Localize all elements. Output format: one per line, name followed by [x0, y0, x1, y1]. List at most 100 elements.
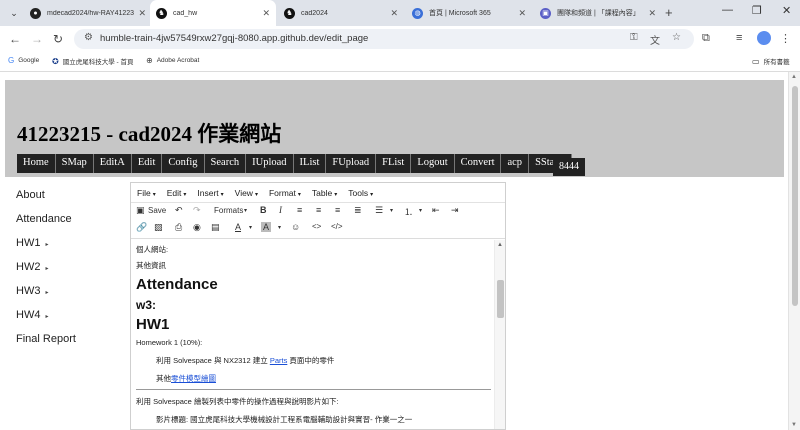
- justify-icon[interactable]: ≣: [354, 205, 362, 216]
- align-right-icon[interactable]: ≡: [335, 205, 340, 215]
- bullet-list-icon[interactable]: ☰: [375, 205, 383, 216]
- parts-link[interactable]: Parts: [270, 356, 288, 365]
- print-icon[interactable]: ⎙: [175, 222, 182, 233]
- page-scroll-thumb[interactable]: [792, 86, 798, 306]
- browser-tab[interactable]: ◍ 首頁 | Microsoft 365 ✕: [406, 0, 532, 26]
- preview-icon[interactable]: ◉: [193, 222, 201, 233]
- page-scrollbar[interactable]: ▲ ▼: [788, 72, 800, 430]
- reading-list-icon[interactable]: ≡: [736, 32, 742, 44]
- sidebar-item-hw2[interactable]: HW2 ▸: [16, 258, 76, 282]
- editor-menu-view[interactable]: View ▾: [235, 188, 258, 198]
- undo-icon[interactable]: ↶: [175, 205, 183, 216]
- extensions-icon[interactable]: ⧉: [702, 32, 710, 45]
- menu-item-home[interactable]: Home: [17, 154, 56, 173]
- emoticons-icon[interactable]: ☺: [291, 222, 300, 232]
- menu-item-fupload[interactable]: FUpload: [326, 154, 377, 173]
- all-bookmarks[interactable]: ▭ 所有書籤: [752, 56, 790, 67]
- new-tab-plus-icon[interactable]: +: [665, 5, 673, 20]
- menu-item-logout[interactable]: Logout: [411, 154, 455, 173]
- dropdown-chevron-icon: ▾: [370, 191, 374, 198]
- part-drawing-link[interactable]: 零件模型繪圖: [171, 374, 216, 383]
- profile-avatar[interactable]: [757, 31, 771, 45]
- sidebar-item-hw4[interactable]: HW4 ▸: [16, 306, 76, 330]
- forward-arrow-icon[interactable]: →: [31, 32, 43, 46]
- align-left-icon[interactable]: ≡: [297, 205, 302, 215]
- save-icon[interactable]: ▣: [136, 205, 145, 216]
- sidebar-item-hw1[interactable]: HW1 ▸: [16, 234, 76, 258]
- bold-icon[interactable]: B: [260, 205, 267, 215]
- sidebar-item-about[interactable]: About: [16, 186, 76, 210]
- menu-item-iupload[interactable]: IUpload: [246, 154, 294, 173]
- background-color-chevron-icon[interactable]: ▾: [278, 224, 281, 231]
- italic-icon[interactable]: I: [279, 205, 282, 215]
- back-arrow-icon[interactable]: ←: [9, 32, 21, 46]
- indent-icon[interactable]: ⇥: [451, 205, 459, 216]
- tab-close-icon[interactable]: ✕: [262, 8, 270, 19]
- editor-scroll-thumb[interactable]: [497, 280, 504, 318]
- sidebar-item-attendance[interactable]: Attendance: [16, 210, 76, 234]
- numbered-list-chevron-icon[interactable]: ▾: [419, 207, 422, 214]
- key-icon[interactable]: ⚿: [630, 32, 638, 43]
- editor-menu-insert[interactable]: Insert ▾: [197, 188, 223, 198]
- text-color-chevron-icon[interactable]: ▾: [249, 224, 252, 231]
- menu-item-config[interactable]: Config: [162, 154, 205, 173]
- menu-item-edit[interactable]: Edit: [131, 154, 163, 173]
- bookmark-acrobat[interactable]: ⊕ Adobe Acrobat: [146, 56, 199, 65]
- media-icon[interactable]: ▤: [211, 222, 220, 233]
- browser-tab[interactable]: ▣ 團隊和頻道 | 「課程內容」 ✕: [534, 0, 662, 26]
- editor-content[interactable]: 個人網站: 其他資訊 Attendance w3: HW1 Homework 1…: [131, 240, 494, 429]
- tab-close-icon[interactable]: ✕: [390, 8, 398, 19]
- menu-item-ilist[interactable]: IList: [293, 154, 327, 173]
- code-sample-icon[interactable]: <>: [312, 222, 321, 231]
- background-color-icon[interactable]: A: [261, 222, 272, 232]
- redo-icon[interactable]: ↷: [193, 205, 201, 216]
- editor-scrollbar[interactable]: ▲: [494, 240, 505, 429]
- sidebar-item-hw3[interactable]: HW3 ▸: [16, 282, 76, 306]
- menu-item-convert[interactable]: Convert: [454, 154, 502, 173]
- browser-tab[interactable]: ● mdecad2024/hw-RAY41223 ✕: [24, 0, 152, 26]
- url-text[interactable]: humble-train-4jw57549rxw27gqj-8080.app.g…: [100, 33, 368, 44]
- source-code-icon[interactable]: </>: [331, 222, 343, 231]
- formats-chevron-icon[interactable]: ▾: [244, 207, 247, 214]
- text-color-icon[interactable]: A: [235, 222, 241, 232]
- numbered-list-icon[interactable]: ⒈: [404, 205, 413, 218]
- scroll-up-icon[interactable]: ▲: [791, 74, 797, 80]
- editor-menu-table[interactable]: Table ▾: [312, 188, 337, 198]
- image-icon[interactable]: ▨: [154, 222, 163, 233]
- more-menu-icon[interactable]: ⋮: [780, 32, 791, 45]
- tab-close-icon[interactable]: ✕: [138, 8, 146, 19]
- browser-tab[interactable]: ♞ cad2024 ✕: [278, 0, 404, 26]
- menu-item-smap[interactable]: SMap: [55, 154, 94, 173]
- outdent-icon[interactable]: ⇤: [432, 205, 440, 216]
- menu-item-flist[interactable]: FList: [376, 154, 412, 173]
- restore-window-icon[interactable]: ❐: [752, 4, 762, 17]
- editor-menu-format[interactable]: Format ▾: [269, 188, 301, 198]
- sidebar-item-final-report[interactable]: Final Report: [16, 330, 76, 354]
- bullet-list-chevron-icon[interactable]: ▾: [390, 207, 393, 214]
- formats-dropdown[interactable]: Formats: [214, 206, 243, 215]
- tab-close-icon[interactable]: ✕: [648, 8, 656, 19]
- bookmark-star-icon[interactable]: ☆: [672, 32, 681, 43]
- save-button[interactable]: Save: [148, 206, 166, 215]
- tab-close-icon[interactable]: ✕: [518, 8, 526, 19]
- menu-item-edita[interactable]: EditA: [93, 154, 132, 173]
- editor-menu-tools[interactable]: Tools ▾: [348, 188, 373, 198]
- site-info-icon[interactable]: ⚙: [84, 32, 93, 43]
- minimize-icon[interactable]: —: [722, 4, 733, 16]
- editor-menu-file[interactable]: File ▾: [137, 188, 156, 198]
- reload-icon[interactable]: ↻: [53, 32, 63, 46]
- address-bar[interactable]: ⚙ humble-train-4jw57549rxw27gqj-8080.app…: [74, 29, 694, 49]
- menu-item-acp[interactable]: acp: [501, 154, 530, 173]
- scroll-up-icon[interactable]: ▲: [497, 242, 503, 248]
- scroll-down-icon[interactable]: ▼: [791, 422, 797, 428]
- editor-menu-edit[interactable]: Edit ▾: [167, 188, 187, 198]
- browser-tab[interactable]: ♞ cad_hw ✕: [150, 0, 276, 26]
- bookmark-nfu[interactable]: ✪ 國立虎尾科技大學 - 首頁: [52, 56, 133, 67]
- menu-item-search[interactable]: Search: [204, 154, 247, 173]
- close-window-icon[interactable]: ✕: [782, 4, 791, 17]
- align-center-icon[interactable]: ≡: [316, 205, 321, 215]
- link-icon[interactable]: 🔗: [136, 222, 147, 233]
- bookmark-google[interactable]: G Google: [8, 56, 39, 65]
- translate-icon[interactable]: 文: [650, 32, 660, 47]
- tab-search-chevron-icon[interactable]: ⌄: [6, 5, 22, 21]
